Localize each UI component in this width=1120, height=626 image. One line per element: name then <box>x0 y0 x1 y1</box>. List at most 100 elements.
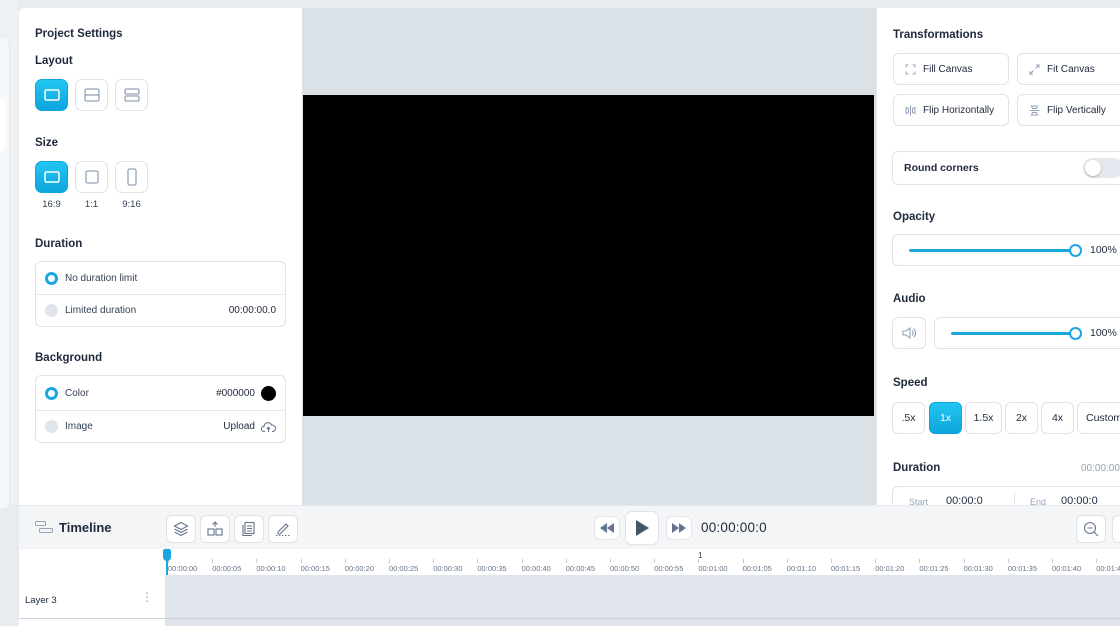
flip-horizontally-button[interactable]: Flip Horizontally <box>893 94 1009 126</box>
ruler-tick-label: 00:00:25 <box>389 559 419 573</box>
ruler-tick-label: 00:00:00 <box>168 559 198 573</box>
layout-split-button[interactable] <box>75 79 108 111</box>
flip-vertical-icon <box>1029 105 1040 115</box>
edit-button[interactable] <box>268 515 298 543</box>
add-layer-button[interactable] <box>166 515 196 543</box>
ruler-tick-label: 00:00:45 <box>565 559 595 573</box>
transformations-title: Transformations <box>893 29 984 41</box>
project-settings-panel: Project Settings Layout Size 16:9 1:1 9:… <box>19 8 302 505</box>
upload-button[interactable]: Upload <box>223 421 276 433</box>
layers-icon <box>173 521 189 537</box>
layout-split-icon <box>83 88 100 102</box>
audio-slider-thumb[interactable] <box>1069 327 1082 340</box>
timeline-ruler[interactable]: 1 00:00:00 00:00:05 00:00:10 00:00:15 00:00:… <box>19 549 1120 575</box>
timeline-toolbar: Timeline 00:00:00:0 <box>19 505 1120 549</box>
round-corners-toggle[interactable] <box>1083 158 1120 178</box>
size-9-16-button[interactable] <box>115 161 148 193</box>
audio-slider-box: 100% <box>934 317 1120 349</box>
fit-canvas-label: Fit Canvas <box>1047 63 1095 75</box>
sidebar-active-item-edge[interactable] <box>0 98 6 150</box>
radio-unselected-icon[interactable] <box>45 304 58 317</box>
limited-duration-option[interactable]: Limited duration 00:00:00.0 <box>36 294 285 326</box>
no-duration-limit-label: No duration limit <box>65 272 138 284</box>
ruler-tick-label: 00:01:35 <box>1007 559 1037 573</box>
layout-single-icon <box>43 89 60 101</box>
fill-canvas-label: Fill Canvas <box>923 63 973 75</box>
radio-unselected-icon[interactable] <box>45 420 58 433</box>
audio-slider-track[interactable] <box>951 332 1075 335</box>
fit-canvas-button[interactable]: Fit Canvas <box>1017 53 1120 85</box>
split-button[interactable] <box>200 515 230 543</box>
landscape-icon <box>43 171 60 183</box>
size-16-9-button[interactable] <box>35 161 68 193</box>
no-duration-limit-option[interactable]: No duration limit <box>36 262 285 294</box>
opacity-slider-thumb[interactable] <box>1069 244 1082 257</box>
speed-4x-button[interactable]: 4x <box>1041 402 1074 434</box>
square-icon <box>84 170 99 184</box>
flip-horizontal-icon <box>905 105 916 115</box>
layout-single-button[interactable] <box>35 79 68 111</box>
mute-button[interactable] <box>892 317 926 349</box>
ruler-tick-label: 00:00:20 <box>344 559 374 573</box>
ruler-tick-label: 00:00:40 <box>521 559 551 573</box>
fast-forward-button[interactable] <box>666 516 692 540</box>
layer-menu-icon[interactable]: ⋮ <box>141 590 153 604</box>
fill-canvas-icon <box>905 64 916 74</box>
background-color-label: Color <box>65 387 89 399</box>
playhead-handle[interactable] <box>163 549 171 561</box>
layout-stacked-button[interactable] <box>115 79 148 111</box>
duplicate-button[interactable] <box>234 515 264 543</box>
background-color-option[interactable]: Color #000000 <box>36 376 285 410</box>
duplicate-icon <box>242 521 255 537</box>
duration-title: Duration <box>35 238 83 250</box>
background-options: Color #000000 Image Upload <box>35 375 286 443</box>
ruler-tick-label: 00:01:25 <box>919 559 949 573</box>
background-image-option[interactable]: Image Upload <box>36 410 285 442</box>
audio-title: Audio <box>893 293 926 305</box>
audio-value: 100% <box>1090 327 1117 339</box>
fill-canvas-button[interactable]: Fill Canvas <box>893 53 1009 85</box>
size-1-1-button[interactable] <box>75 161 108 193</box>
clip-duration-value: 00:00:00 <box>1081 463 1120 474</box>
layer-bottom-border <box>19 618 1120 619</box>
fast-forward-icon <box>672 523 686 533</box>
video-canvas[interactable] <box>303 95 874 416</box>
ruler-tick-label: 00:00:05 <box>212 559 242 573</box>
opacity-title: Opacity <box>893 211 936 223</box>
play-button[interactable] <box>625 511 659 545</box>
flip-vertically-button[interactable]: Flip Vertically <box>1017 94 1120 126</box>
limited-duration-value[interactable]: 00:00:00.0 <box>229 305 276 316</box>
speed-0-5x-button[interactable]: .5x <box>892 402 925 434</box>
speed-1-5x-button[interactable]: 1.5x <box>965 402 1002 434</box>
zoom-in-button[interactable] <box>1112 515 1120 543</box>
speed-custom-button[interactable]: Custom <box>1077 402 1120 434</box>
ruler-tick-label: 00:00:50 <box>610 559 640 573</box>
rewind-button[interactable] <box>594 516 620 540</box>
speed-1x-button[interactable]: 1x <box>929 402 962 434</box>
speaker-icon <box>902 326 916 340</box>
background-title: Background <box>35 352 103 364</box>
ruler-tick-label: 00:01:20 <box>875 559 905 573</box>
ruler-tick-label: 00:00:10 <box>256 559 286 573</box>
size-title: Size <box>35 137 59 149</box>
radio-selected-icon[interactable] <box>45 271 58 285</box>
flip-vertically-label: Flip Vertically <box>1047 104 1106 116</box>
layout-stacked-icon <box>123 88 140 102</box>
canvas-preview-area <box>302 8 876 505</box>
zoom-out-button[interactable] <box>1076 515 1106 543</box>
ruler-tick-label: 00:01:45 <box>1096 559 1120 573</box>
ruler-tick-label: 00:01:30 <box>963 559 993 573</box>
radio-selected-icon[interactable] <box>45 386 58 400</box>
ruler-tick-label: 00:00:15 <box>300 559 330 573</box>
ruler-tick-label: 00:01:10 <box>786 559 816 573</box>
zoom-out-icon <box>1083 521 1099 537</box>
ruler-tick-label: 00:00:35 <box>477 559 507 573</box>
color-swatch[interactable] <box>261 385 276 401</box>
cloud-upload-icon <box>261 421 276 432</box>
flip-horizontally-label: Flip Horizontally <box>923 104 995 116</box>
opacity-slider-track[interactable] <box>909 249 1075 252</box>
ruler-tick-label: 00:00:55 <box>654 559 684 573</box>
size-label-16-9: 16:9 <box>42 199 61 210</box>
speed-2x-button[interactable]: 2x <box>1005 402 1038 434</box>
layout-title: Layout <box>35 55 73 67</box>
